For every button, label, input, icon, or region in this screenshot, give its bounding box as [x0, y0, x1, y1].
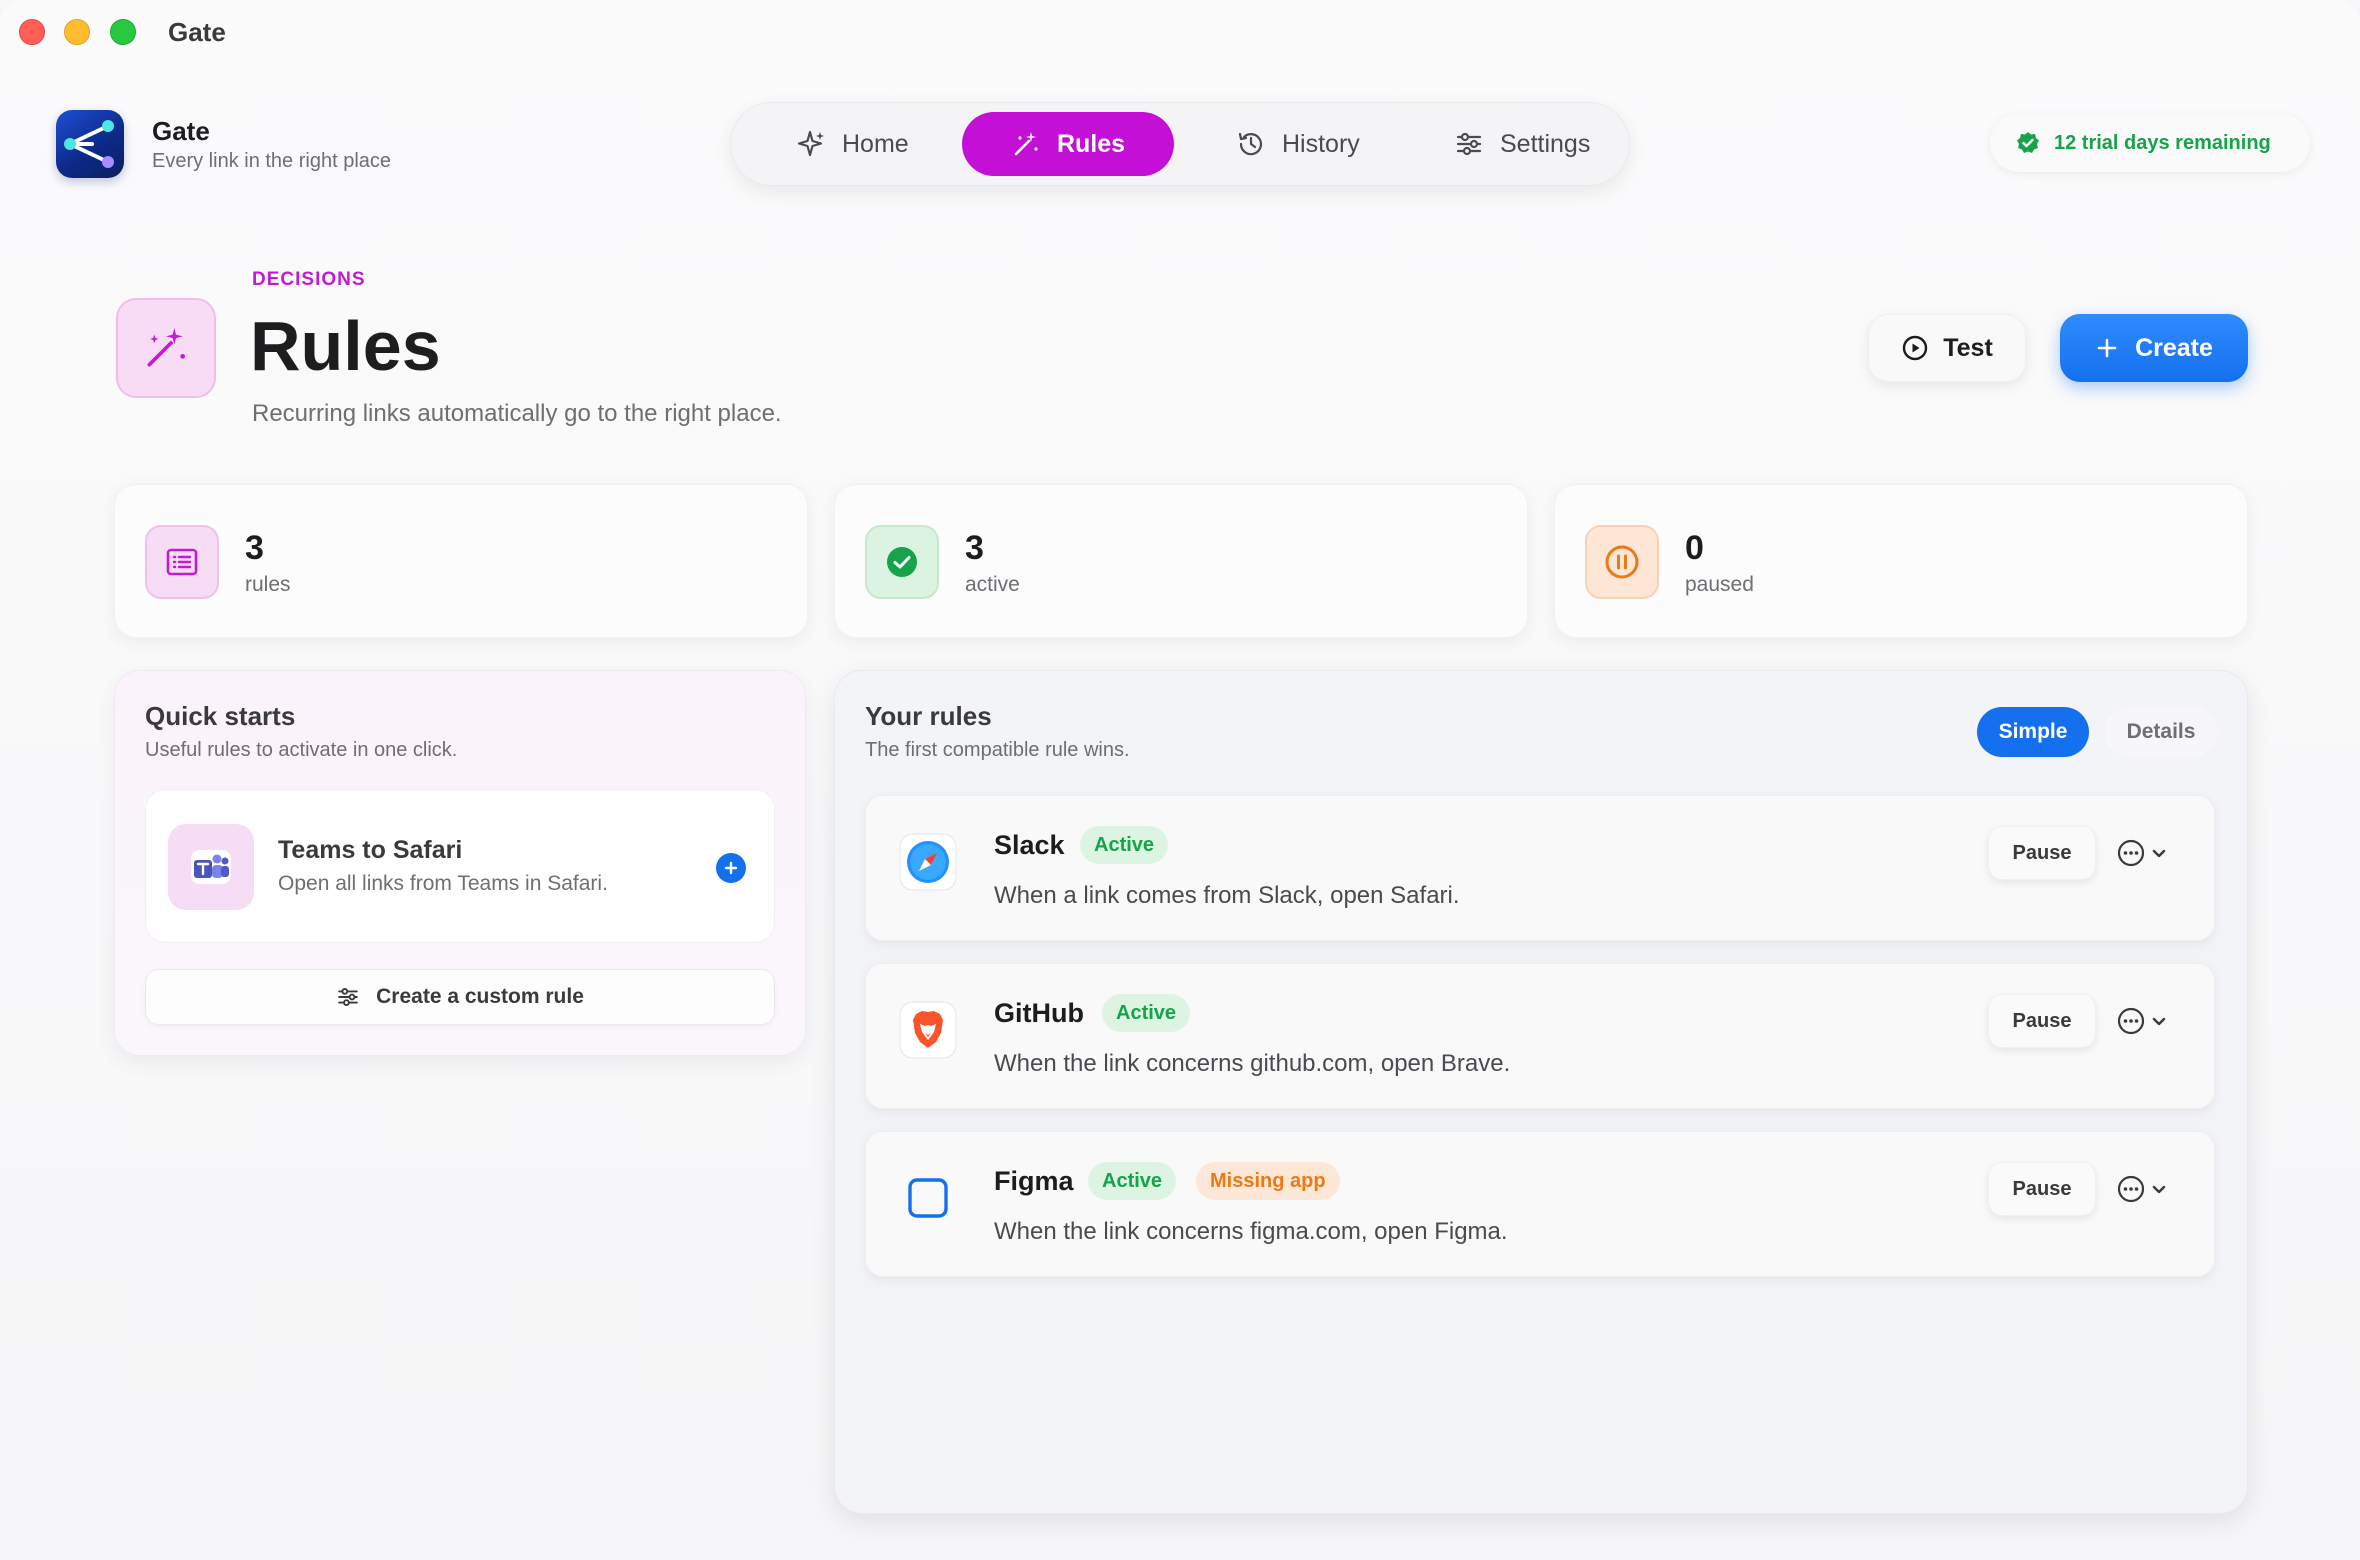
status-badge-active: Active: [1080, 826, 1169, 864]
chevron-down-icon: [2152, 849, 2166, 858]
quick-start-item[interactable]: Teams to Safari Open all links from Team…: [145, 789, 775, 943]
status-badge-active: Active: [1088, 1162, 1177, 1200]
page-subtitle: Recurring links automatically go to the …: [252, 400, 782, 427]
nav-home[interactable]: Home: [772, 112, 933, 176]
more-options-button[interactable]: [2116, 836, 2176, 870]
zoom-window-button[interactable]: [110, 19, 136, 45]
check-circle-icon: [865, 525, 939, 599]
nav-home-label: Home: [842, 129, 909, 158]
create-button[interactable]: Create: [2060, 314, 2248, 382]
quick-starts-panel: Quick starts Useful rules to activate in…: [114, 670, 806, 1056]
ellipsis-circle-icon: [2117, 839, 2145, 867]
history-clock-icon: [1238, 132, 1263, 156]
ellipsis-circle-icon: [2117, 1007, 2145, 1035]
magic-wand-icon: [1014, 132, 1038, 156]
brave-icon: [898, 1000, 958, 1060]
list-icon: [145, 525, 219, 599]
rule-description: When a link comes from Slack, open Safar…: [994, 882, 1460, 909]
status-badge-missing-app: Missing app: [1196, 1162, 1340, 1200]
rule-description: When the link concerns github.com, open …: [994, 1050, 1511, 1077]
sliders-icon: [338, 988, 358, 1006]
nav-rules-label: Rules: [1056, 129, 1126, 158]
stat-value: 3: [965, 529, 984, 567]
test-button-label: Test: [1943, 333, 1993, 362]
quick-start-description: Open all links from Teams in Safari.: [278, 872, 608, 895]
app-window: Gate Gate Every link in the right place …: [0, 0, 2360, 1560]
your-rules-subtitle: The first compatible rule wins.: [865, 739, 1130, 761]
brand-name: Gate: [152, 116, 210, 146]
stat-value: 3: [245, 529, 264, 567]
sliders-icon: [1456, 132, 1482, 156]
brand-tagline: Every link in the right place: [152, 150, 392, 172]
pause-circle-icon: [1585, 525, 1659, 599]
minimize-window-button[interactable]: [64, 19, 90, 45]
rules-list: Slack Active When a link comes from Slac…: [865, 791, 2215, 1485]
page-title: Rules: [250, 307, 441, 385]
rule-description: When the link concerns figma.com, open F…: [994, 1218, 1508, 1245]
page-eyebrow: DECISIONS: [252, 269, 366, 290]
stat-card-rules: 3 rules: [114, 484, 808, 638]
rule-name: Figma: [994, 1166, 1074, 1196]
nav-settings[interactable]: Settings: [1430, 112, 1614, 176]
nav-settings-label: Settings: [1500, 129, 1591, 158]
trial-label: 12 trial days remaining: [2054, 131, 2271, 154]
ellipsis-circle-icon: [2117, 1175, 2145, 1203]
stat-label: paused: [1685, 573, 1754, 596]
stat-card-active: 3 active: [834, 484, 1528, 638]
plus-icon: [2097, 338, 2117, 358]
view-simple-toggle[interactable]: Simple: [1977, 707, 2089, 757]
nav-history-label: History: [1282, 129, 1360, 158]
plus-icon: [724, 861, 738, 875]
teams-icon: [168, 824, 254, 910]
create-button-label: Create: [2135, 333, 2213, 362]
view-details-toggle[interactable]: Details: [2105, 707, 2217, 757]
more-options-button[interactable]: [2116, 1004, 2176, 1038]
rule-row[interactable]: Figma Active Missing app When the link c…: [865, 1131, 2215, 1277]
trial-badge[interactable]: 12 trial days remaining: [1990, 114, 2310, 172]
test-button[interactable]: Test: [1868, 314, 2026, 382]
missing-app-icon: [898, 1168, 958, 1228]
more-options-button[interactable]: [2116, 1172, 2176, 1206]
nav-rules[interactable]: Rules: [962, 112, 1174, 176]
chevron-down-icon: [2152, 1185, 2166, 1194]
stat-label: active: [965, 573, 1020, 596]
your-rules-title: Your rules: [865, 701, 992, 731]
chevron-down-icon: [2152, 1017, 2166, 1026]
pause-button[interactable]: Pause: [1988, 994, 2096, 1048]
pause-button[interactable]: Pause: [1988, 1162, 2096, 1216]
magic-wand-icon: [147, 328, 185, 367]
quick-start-title: Teams to Safari: [278, 836, 463, 864]
nav-history[interactable]: History: [1212, 112, 1384, 176]
sparkles-icon: [797, 130, 824, 157]
rule-row[interactable]: GitHub Active When the link concerns git…: [865, 963, 2215, 1109]
stat-label: rules: [245, 573, 291, 596]
title-bar: Gate: [0, 0, 2360, 64]
quick-starts-subtitle: Useful rules to activate in one click.: [145, 739, 458, 761]
stat-card-paused: 0 paused: [1554, 484, 2248, 638]
stat-value: 0: [1685, 529, 1704, 567]
create-custom-rule-button[interactable]: Create a custom rule: [145, 969, 775, 1025]
main-nav: Home Rules History Settings: [730, 102, 1630, 186]
rules-header-icon: [116, 298, 216, 398]
rule-name: Slack: [994, 830, 1065, 860]
add-quick-start-button[interactable]: [716, 853, 746, 883]
check-badge-icon: [2017, 132, 2039, 153]
create-custom-rule-label: Create a custom rule: [376, 985, 584, 1008]
quick-starts-title: Quick starts: [145, 701, 296, 731]
app-logo-icon: [56, 110, 124, 178]
rule-row[interactable]: Slack Active When a link comes from Slac…: [865, 795, 2215, 941]
pause-button[interactable]: Pause: [1988, 826, 2096, 880]
window-title: Gate: [168, 17, 226, 47]
play-circle-icon: [1903, 335, 1928, 361]
safari-icon: [898, 832, 958, 892]
your-rules-panel: Your rules The first compatible rule win…: [834, 670, 2248, 1514]
close-window-button[interactable]: [19, 19, 45, 45]
rule-name: GitHub: [994, 998, 1084, 1028]
status-badge-active: Active: [1102, 994, 1191, 1032]
